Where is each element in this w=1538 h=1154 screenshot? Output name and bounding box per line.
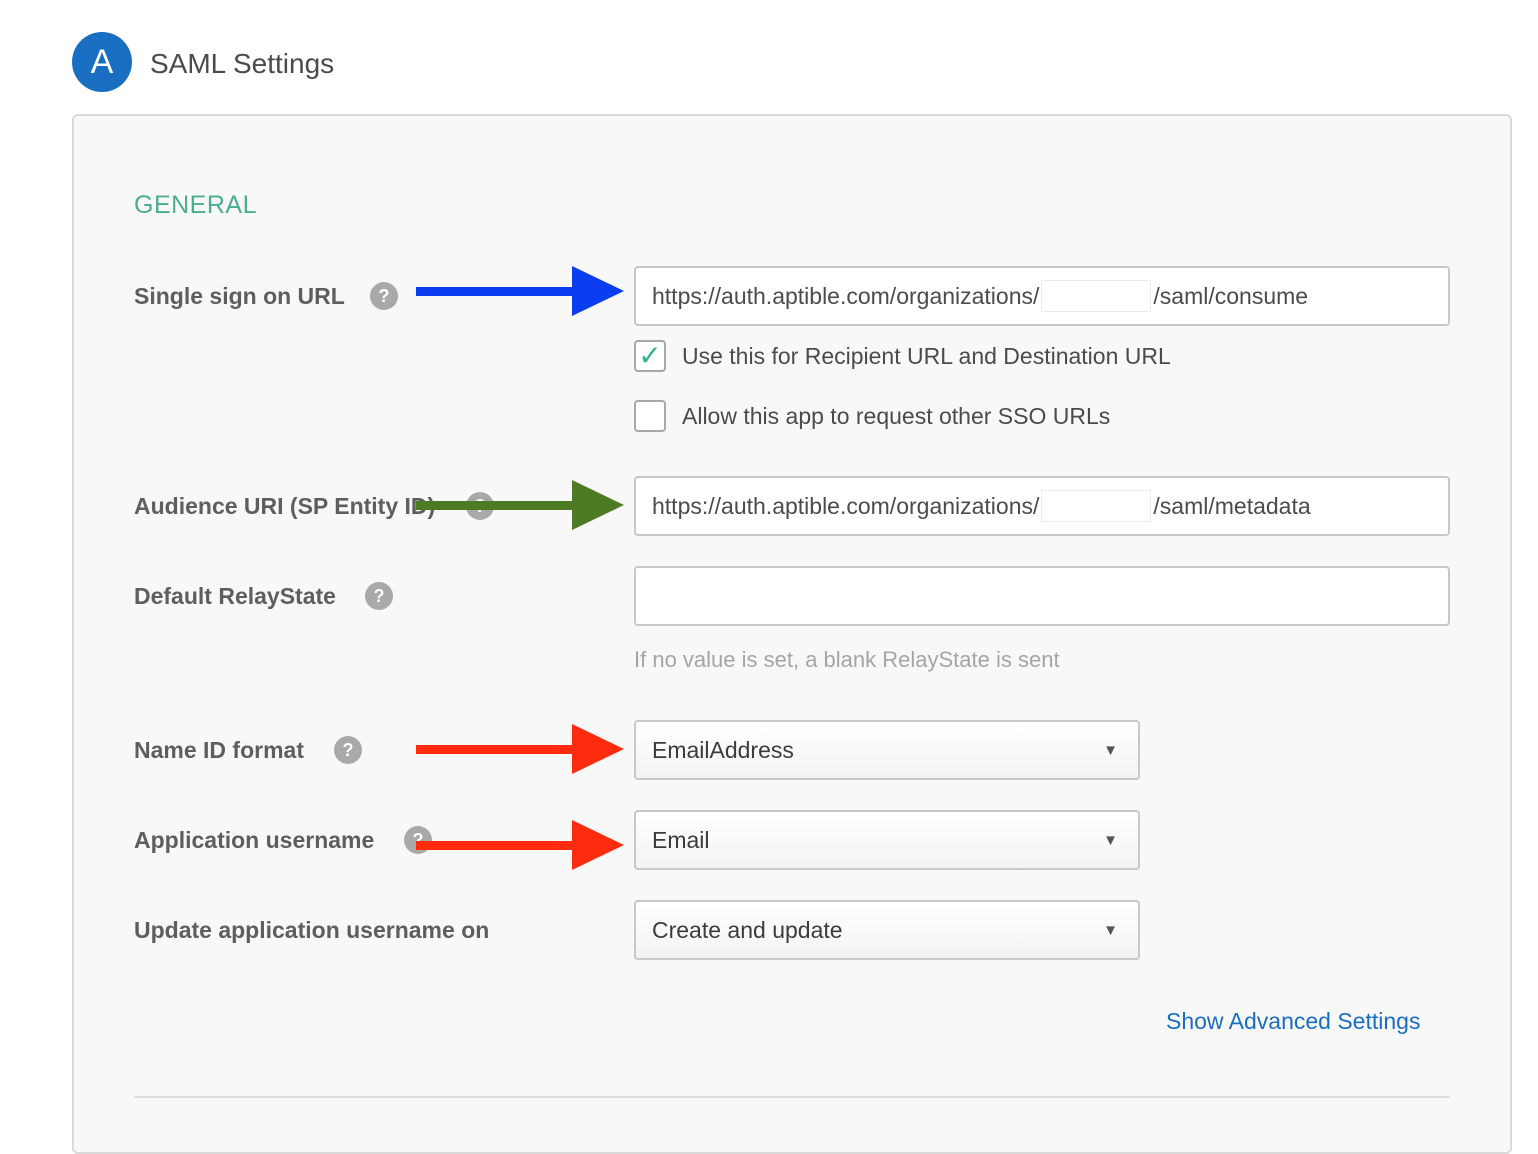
- name-id-format-help-icon[interactable]: ?: [334, 736, 362, 764]
- app-username-select[interactable]: Email ▼: [634, 810, 1140, 870]
- redacted-org-id: [1041, 279, 1152, 312]
- audience-uri-input[interactable]: https://auth.aptible.com/organizations/ /…: [634, 476, 1450, 536]
- relay-state-label: Default RelayState: [134, 583, 336, 609]
- relay-state-help-icon[interactable]: ?: [365, 582, 393, 610]
- audience-uri-label: Audience URI (SP Entity ID): [134, 493, 436, 519]
- chevron-down-icon: ▼: [1103, 922, 1118, 939]
- name-id-format-select[interactable]: EmailAddress ▼: [634, 720, 1140, 780]
- arrow-shaft: [416, 287, 576, 296]
- page-title: SAML Settings: [150, 48, 335, 79]
- arrow-shaft: [416, 501, 576, 510]
- name-id-format-value: EmailAddress: [652, 737, 794, 763]
- sso-url-prefix: https://auth.aptible.com/organizations/: [652, 283, 1040, 309]
- arrow-shaft: [416, 745, 576, 754]
- arrow-head-icon: [572, 480, 624, 530]
- recipient-url-checkbox[interactable]: ✓: [634, 340, 666, 372]
- arrow-head-icon: [572, 724, 624, 774]
- section-title-general: GENERAL: [134, 191, 257, 219]
- other-sso-urls-checkbox-label[interactable]: Allow this app to request other SSO URLs: [682, 401, 1110, 431]
- sso-url-help-icon[interactable]: ?: [370, 282, 398, 310]
- update-username-label: Update application username on: [134, 917, 490, 943]
- relay-state-hint: If no value is set, a blank RelayState i…: [634, 647, 1060, 672]
- update-username-value: Create and update: [652, 917, 843, 943]
- other-sso-urls-checkbox[interactable]: [634, 400, 666, 432]
- audience-uri-suffix: /saml/metadata: [1153, 493, 1311, 519]
- divider: [134, 1096, 1450, 1098]
- arrow-head-icon: [572, 266, 624, 316]
- chevron-down-icon: ▼: [1103, 742, 1118, 759]
- arrow-shaft: [416, 841, 576, 850]
- step-badge: A: [72, 32, 132, 92]
- checkmark-icon: ✓: [638, 340, 662, 371]
- name-id-format-label: Name ID format: [134, 737, 304, 763]
- sso-url-suffix: /saml/consume: [1153, 283, 1309, 309]
- sso-url-label: Single sign on URL: [134, 283, 345, 309]
- show-advanced-settings-link[interactable]: Show Advanced Settings: [1166, 1006, 1420, 1036]
- audience-uri-prefix: https://auth.aptible.com/organizations/: [652, 493, 1040, 519]
- update-username-select[interactable]: Create and update ▼: [634, 900, 1140, 960]
- recipient-url-checkbox-label[interactable]: Use this for Recipient URL and Destinati…: [682, 341, 1171, 371]
- relay-state-input[interactable]: [634, 566, 1450, 626]
- sso-url-input[interactable]: https://auth.aptible.com/organizations/ /…: [634, 266, 1450, 326]
- redacted-org-id: [1041, 489, 1152, 522]
- app-username-label: Application username: [134, 827, 375, 853]
- arrow-head-icon: [572, 820, 624, 870]
- app-username-value: Email: [652, 827, 710, 853]
- chevron-down-icon: ▼: [1103, 832, 1118, 849]
